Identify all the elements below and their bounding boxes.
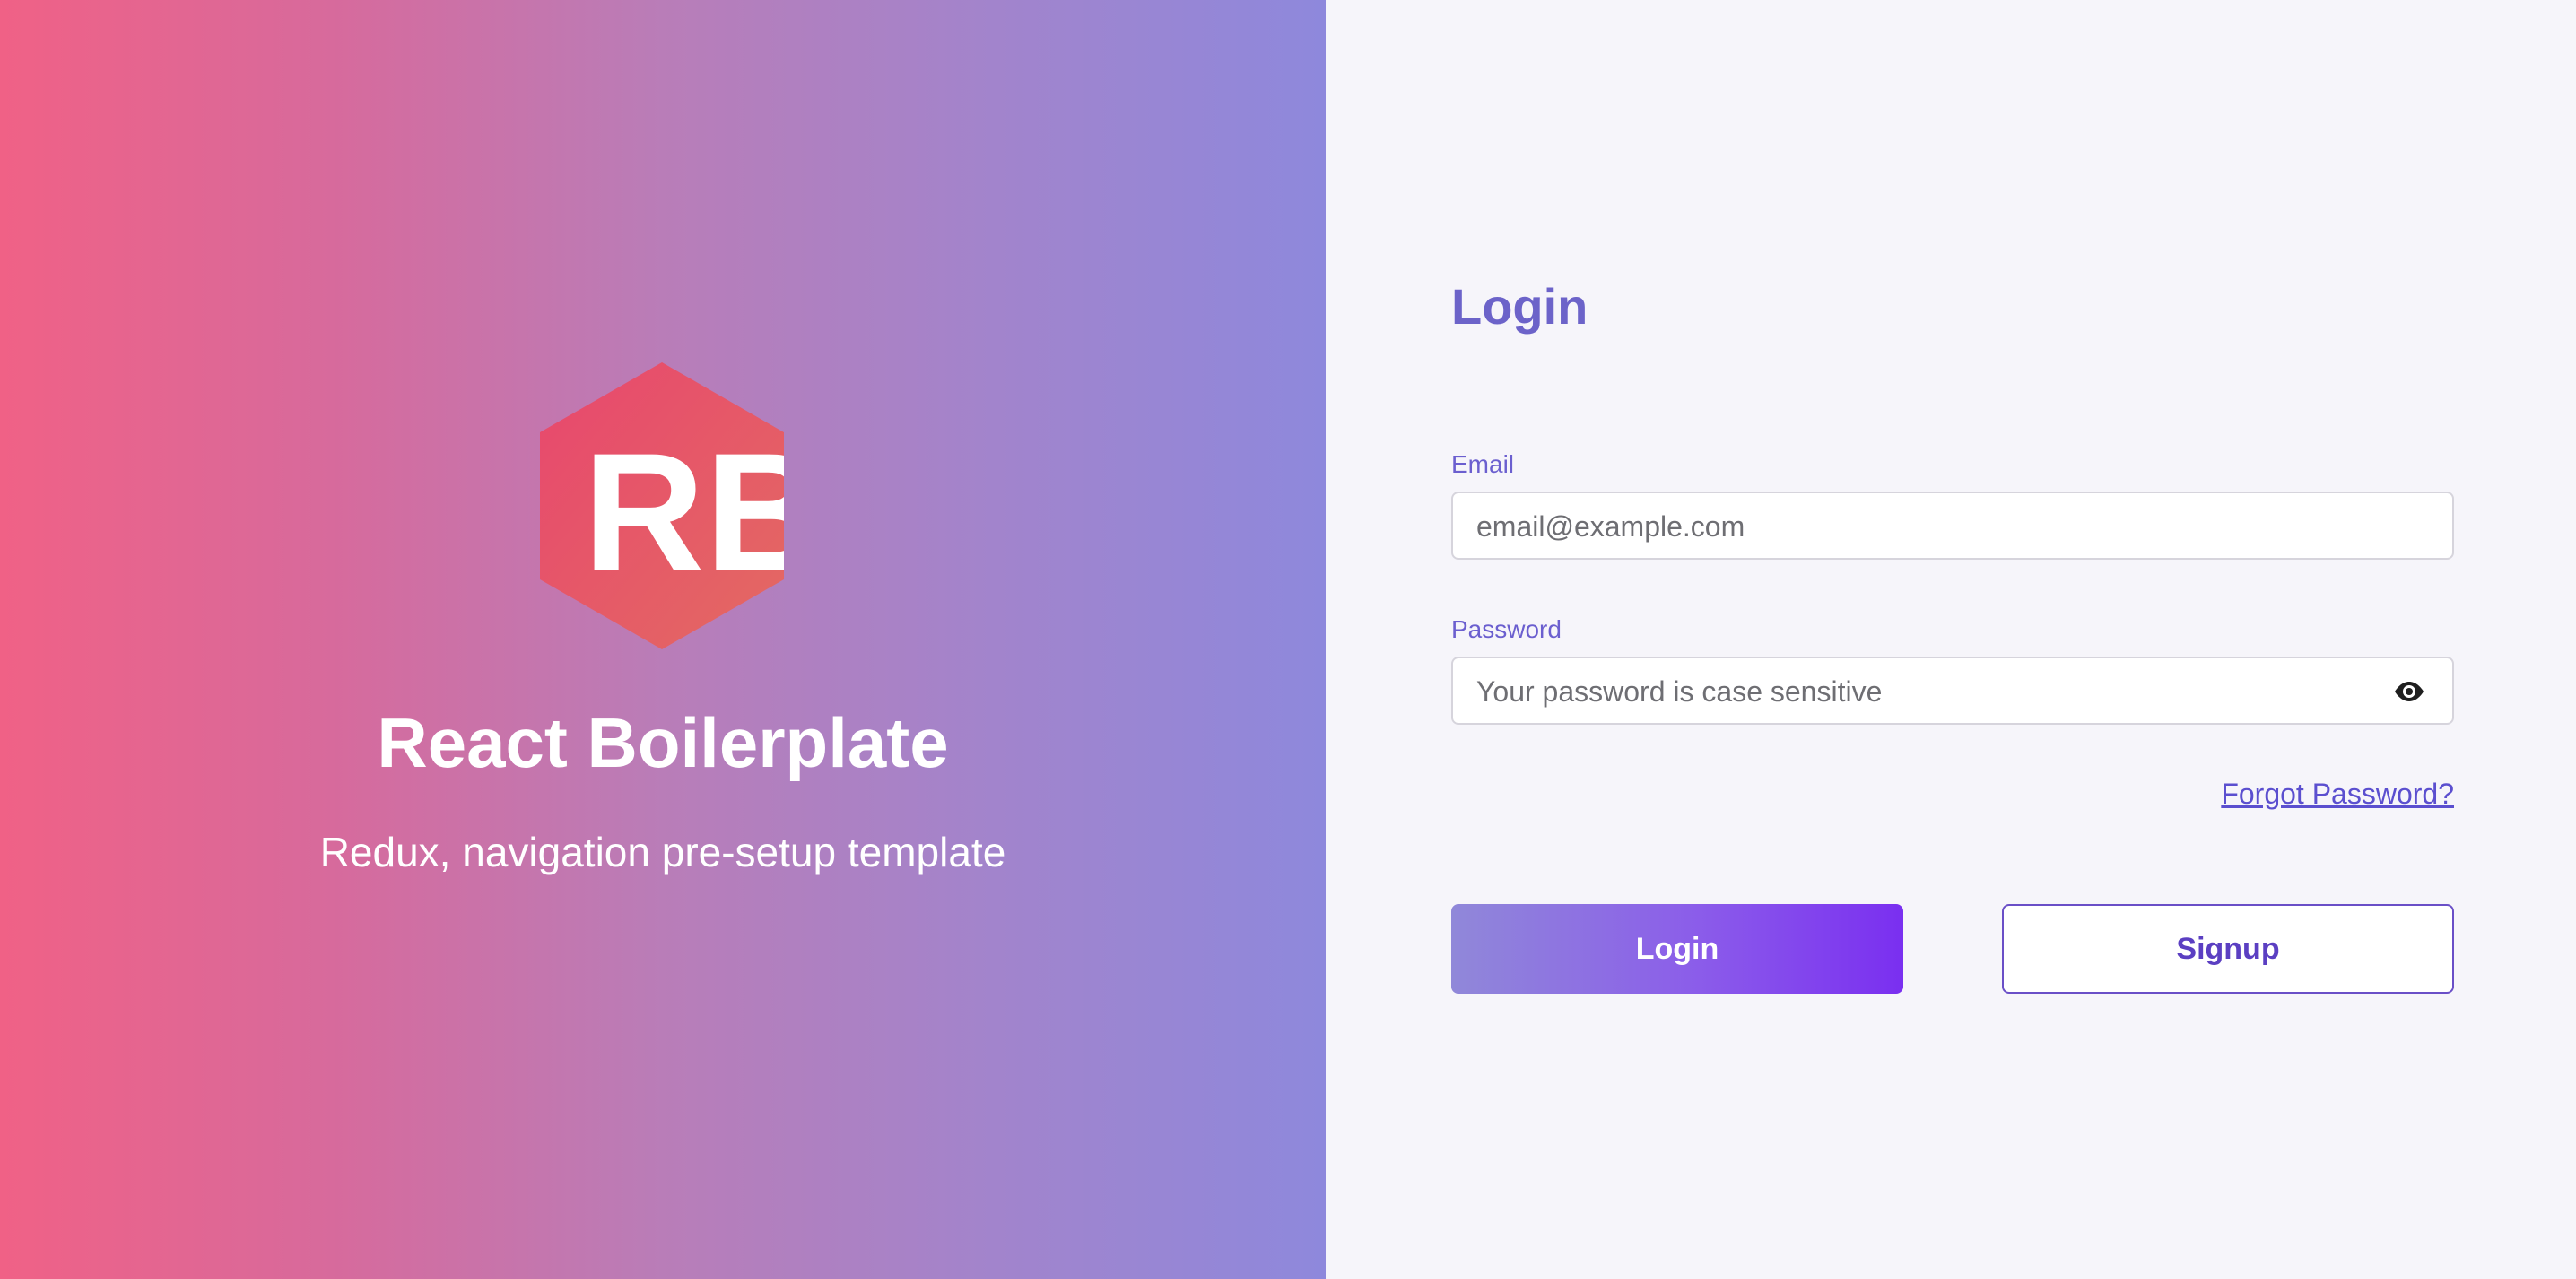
password-input[interactable] xyxy=(1475,658,2375,725)
page-title: Login xyxy=(1451,278,1588,335)
login-page: RB React Boilerplate Redux, navigation p… xyxy=(0,0,2576,1279)
password-field-container xyxy=(1451,657,2454,725)
logo-text: RB xyxy=(583,418,784,606)
email-input[interactable] xyxy=(1475,493,2375,560)
hero-title: React Boilerplate xyxy=(377,703,949,782)
forgot-password-link[interactable]: Forgot Password? xyxy=(2221,775,2454,813)
eye-icon[interactable] xyxy=(2393,678,2425,705)
signup-button[interactable]: Signup xyxy=(2002,904,2454,994)
logo: RB xyxy=(540,362,784,649)
password-label: Password xyxy=(1451,615,1562,643)
login-button[interactable]: Login xyxy=(1451,904,1903,994)
hero-subtitle: Redux, navigation pre-setup template xyxy=(319,829,1006,875)
email-field-container xyxy=(1451,492,2454,560)
login-form-panel: Login Email Password Forgot Password? Lo… xyxy=(1326,0,2576,1279)
email-label: Email xyxy=(1451,450,1515,478)
hero-panel: RB React Boilerplate Redux, navigation p… xyxy=(0,0,1326,1279)
